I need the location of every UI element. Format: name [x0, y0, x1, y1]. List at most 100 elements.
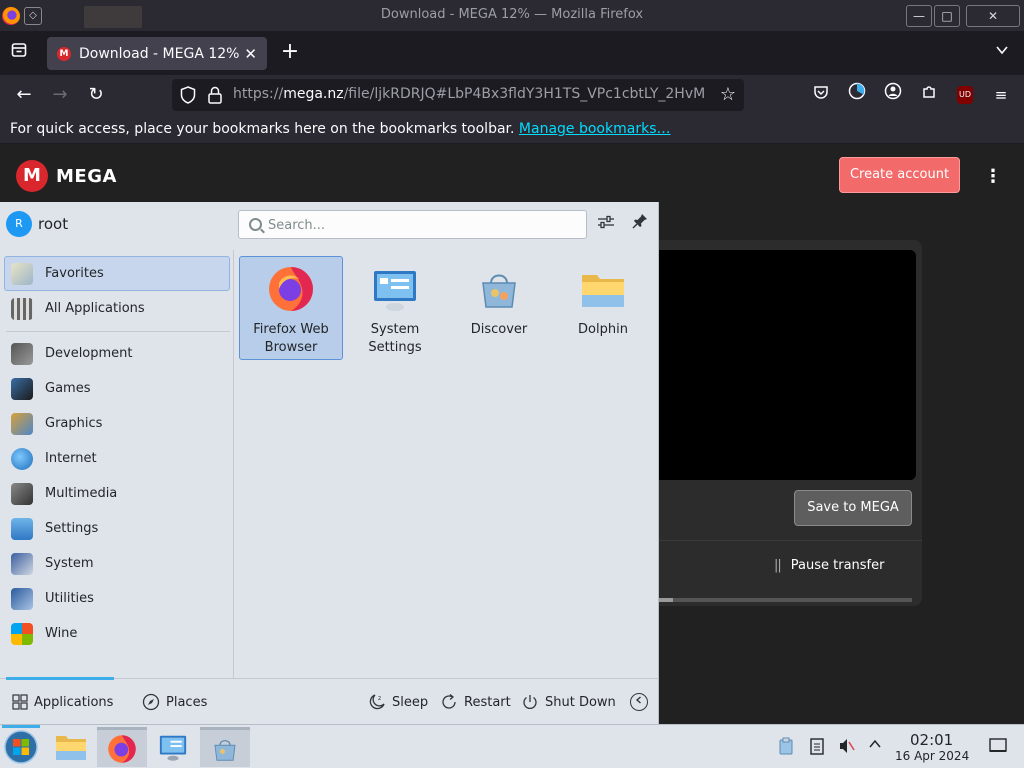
navigation-toolbar: ← → ↻ https://mega.nz/file/ljkRDRJQ#LbP4…: [0, 75, 1024, 115]
sidebar-item-development[interactable]: Development: [4, 336, 230, 371]
tab-applications[interactable]: Applications: [12, 691, 113, 713]
url-bar[interactable]: https://mega.nz/file/ljkRDRJQ#LbP4Bx3fld…: [172, 79, 744, 111]
window-title: Download - MEGA 12% — Mozilla Firefox: [380, 7, 644, 22]
manage-bookmarks-link[interactable]: Manage bookmarks…: [519, 121, 671, 137]
tab-strip: M Download - MEGA 12% ✕ +: [0, 31, 1024, 75]
downloads-button[interactable]: [844, 82, 870, 108]
close-window-button[interactable]: ✕: [966, 4, 1020, 27]
shutdown-button[interactable]: Shut Down: [521, 691, 616, 713]
lock-icon[interactable]: [208, 86, 222, 104]
account-button[interactable]: [880, 82, 906, 108]
internet-icon: [11, 447, 33, 470]
forward-button[interactable]: →: [47, 82, 73, 108]
list-all-tabs-button[interactable]: [990, 41, 1014, 65]
settings-icon: [11, 517, 33, 540]
sidebar-item-all-applications[interactable]: All Applications: [4, 291, 230, 326]
firefox-view-button[interactable]: [6, 40, 32, 66]
user-name: root: [38, 215, 69, 233]
sidebar-item-label: Wine: [45, 626, 78, 641]
puzzle-icon: [923, 86, 935, 98]
mega-logo[interactable]: M MEGA: [16, 160, 117, 192]
sidebar-item-wine[interactable]: Wine: [4, 616, 230, 651]
sleep-button[interactable]: z Sleep: [368, 691, 428, 713]
app-discover[interactable]: Discover: [447, 256, 551, 360]
sidebar-item-utilities[interactable]: Utilities: [4, 581, 230, 616]
system-icon: [11, 552, 33, 575]
restart-icon: [442, 694, 456, 709]
sidebar-item-label: Settings: [45, 521, 99, 536]
sidebar-item-internet[interactable]: Internet: [4, 441, 230, 476]
app-menu-button[interactable]: ≡: [988, 82, 1014, 108]
download-progress-bar: [640, 598, 912, 602]
sidebar-item-label: Graphics: [45, 416, 103, 431]
pause-transfer-button[interactable]: || Pause transfer: [774, 558, 884, 573]
url-path: /file/ljkRDRJQ#LbP4Bx3fldY3H1TS_VPc1cbtL…: [343, 86, 706, 102]
app-firefox[interactable]: Firefox Web Browser: [239, 256, 343, 360]
file-preview: [640, 250, 916, 480]
system-tray: 02:01 16 Apr 2024: [0, 725, 1024, 768]
maximize-button[interactable]: □: [934, 4, 960, 27]
bookmark-star-icon[interactable]: ☆: [720, 84, 736, 105]
restart-button[interactable]: Restart: [440, 691, 511, 713]
download-progress-icon: [848, 82, 866, 100]
clock-date[interactable]: 16 Apr 2024: [895, 749, 969, 763]
notes-tray-icon[interactable]: [807, 737, 827, 757]
sidebar-item-label: Multimedia: [45, 486, 118, 501]
sidebar-item-graphics[interactable]: Graphics: [4, 406, 230, 441]
search-input[interactable]: [268, 215, 578, 235]
tab-places[interactable]: Places: [142, 691, 207, 713]
favorites-grid: Firefox Web Browser System Settings Disc…: [236, 250, 659, 678]
tab-mega-download[interactable]: M Download - MEGA 12% ✕: [47, 37, 267, 70]
show-hidden-icons-button[interactable]: [865, 737, 885, 757]
leave-menu-button[interactable]: [630, 693, 648, 711]
show-desktop-button[interactable]: [988, 737, 1008, 757]
minimize-button[interactable]: —: [906, 4, 932, 27]
reload-button[interactable]: ↻: [83, 82, 109, 108]
app-system-settings[interactable]: System Settings: [343, 256, 447, 360]
svg-text:z: z: [378, 695, 381, 702]
launcher-footer: Applications Places z Sleep Restart Shut…: [0, 677, 659, 724]
pocket-button[interactable]: [808, 82, 834, 108]
configure-launcher-button[interactable]: [595, 213, 617, 235]
pin-icon: [632, 214, 647, 229]
app-dolphin[interactable]: Dolphin: [551, 256, 655, 360]
tracking-protection-shield-icon[interactable]: [180, 86, 196, 104]
show-desktop-icon: [989, 738, 1007, 752]
card-divider: [640, 540, 922, 541]
wine-icon: [11, 622, 33, 645]
clock-time[interactable]: 02:01: [910, 731, 953, 749]
sidebar-item-label: Favorites: [45, 266, 104, 281]
window-controls: — □ ✕: [906, 0, 1020, 31]
all-applications-icon: [11, 297, 33, 320]
new-tab-button[interactable]: +: [278, 41, 302, 65]
sidebar-item-favorites[interactable]: Favorites: [4, 256, 230, 291]
url-text[interactable]: https://mega.nz/file/ljkRDRJQ#LbP4Bx3fld…: [233, 86, 705, 102]
volume-tray-icon[interactable]: [837, 737, 857, 757]
extensions-button[interactable]: [916, 82, 942, 108]
chevron-down-icon: [996, 46, 1008, 55]
close-tab-icon[interactable]: ✕: [244, 45, 257, 63]
pause-transfer-label: Pause transfer: [790, 558, 885, 573]
games-icon: [11, 377, 33, 400]
mega-menu-icon[interactable]: ⋮: [984, 166, 1002, 188]
save-to-mega-button[interactable]: Save to MEGA: [794, 490, 912, 526]
back-button[interactable]: ←: [11, 82, 37, 108]
sidebar-divider: [6, 331, 230, 332]
shutdown-label: Shut Down: [545, 694, 616, 710]
sidebar-item-multimedia[interactable]: Multimedia: [4, 476, 230, 511]
launcher-search[interactable]: [238, 210, 587, 239]
create-account-button[interactable]: Create account: [839, 157, 960, 193]
ublock-origin-icon[interactable]: UD: [957, 86, 973, 104]
chevron-left-icon: [635, 696, 641, 704]
sidebar-item-games[interactable]: Games: [4, 371, 230, 406]
taskbar: 02:01 16 Apr 2024: [0, 724, 1024, 768]
sidebar-item-system[interactable]: System: [4, 546, 230, 581]
chevron-up-icon: [869, 739, 881, 748]
avatar[interactable]: R: [6, 211, 32, 237]
development-icon: [11, 342, 33, 365]
sidebar-item-settings[interactable]: Settings: [4, 511, 230, 546]
pin-launcher-button[interactable]: [629, 213, 651, 235]
tab-applications-label: Applications: [34, 694, 114, 710]
account-icon: [884, 82, 902, 100]
clipboard-tray-icon[interactable]: [776, 737, 796, 757]
